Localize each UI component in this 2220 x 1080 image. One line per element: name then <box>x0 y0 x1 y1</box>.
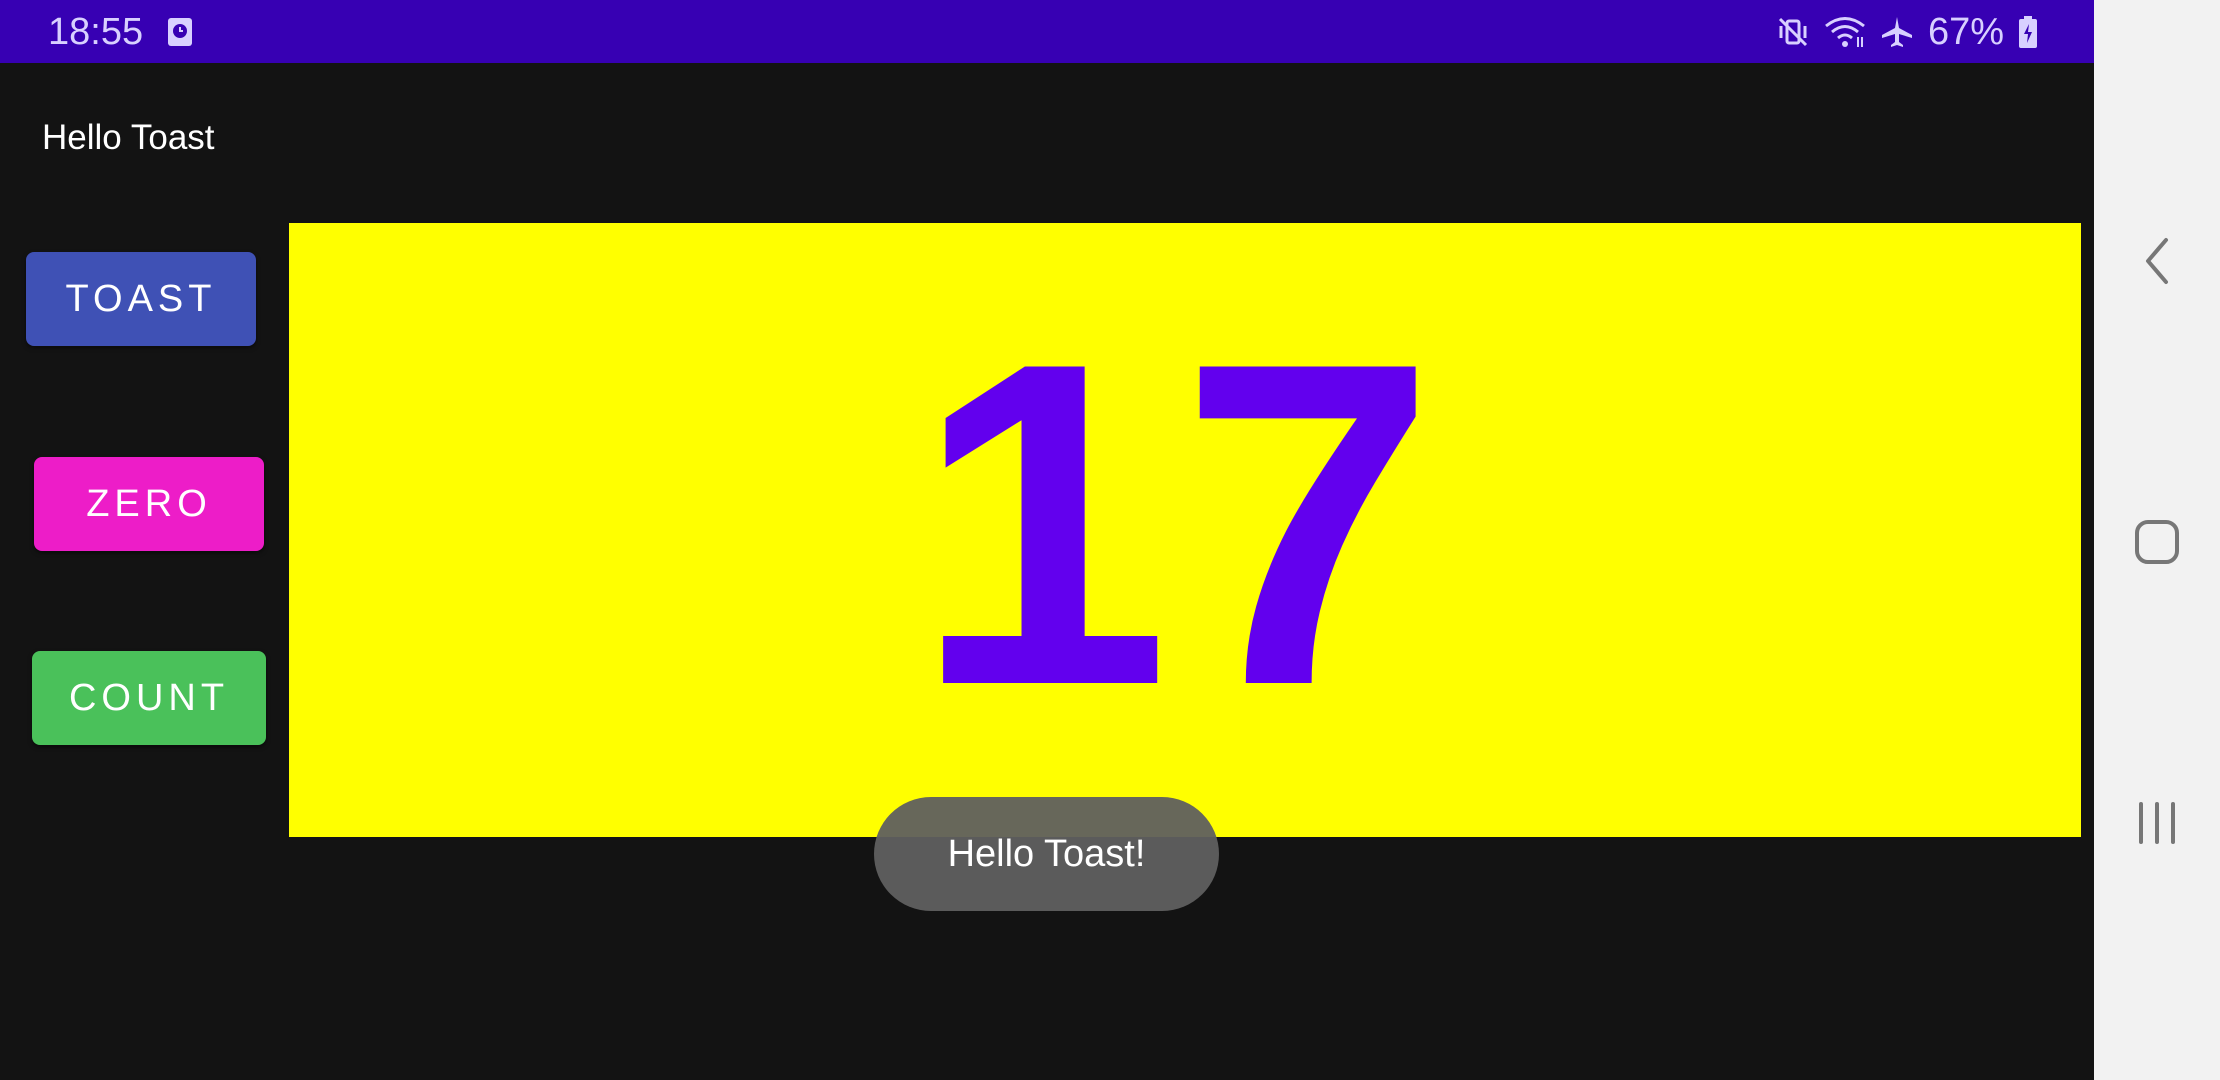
recents-icon <box>2135 801 2179 850</box>
home-icon <box>2134 519 2180 570</box>
battery-percentage: 67% <box>1927 11 2004 53</box>
app-title: Hello Toast <box>42 118 215 157</box>
navigation-bar <box>2094 0 2220 1080</box>
device-screen: 18:55 67% Hello Toast TOAST ZERO COUNT 1… <box>0 0 2220 1080</box>
battery-charging-icon <box>2018 15 2038 49</box>
back-button[interactable] <box>2094 203 2220 323</box>
count-value: 17 <box>914 268 1446 781</box>
recents-button[interactable] <box>2094 765 2220 885</box>
count-display: 17 <box>289 223 2081 837</box>
app-window: 18:55 67% Hello Toast TOAST ZERO COUNT 1… <box>0 0 2094 1080</box>
toast-message: Hello Toast! <box>874 797 1219 911</box>
clock-notification-icon <box>167 17 193 47</box>
zero-button[interactable]: ZERO <box>34 457 264 551</box>
count-button[interactable]: COUNT <box>32 651 266 745</box>
status-bar: 18:55 67% <box>0 0 2094 63</box>
status-time: 18:55 <box>48 11 144 53</box>
status-icons: 67% <box>1776 8 2038 56</box>
toast-button[interactable]: TOAST <box>26 252 256 346</box>
mute-vibrate-icon <box>1776 15 1810 49</box>
home-button[interactable] <box>2094 484 2220 604</box>
wifi-icon <box>1824 15 1866 49</box>
airplane-icon <box>1880 15 1914 49</box>
back-icon <box>2142 236 2172 291</box>
